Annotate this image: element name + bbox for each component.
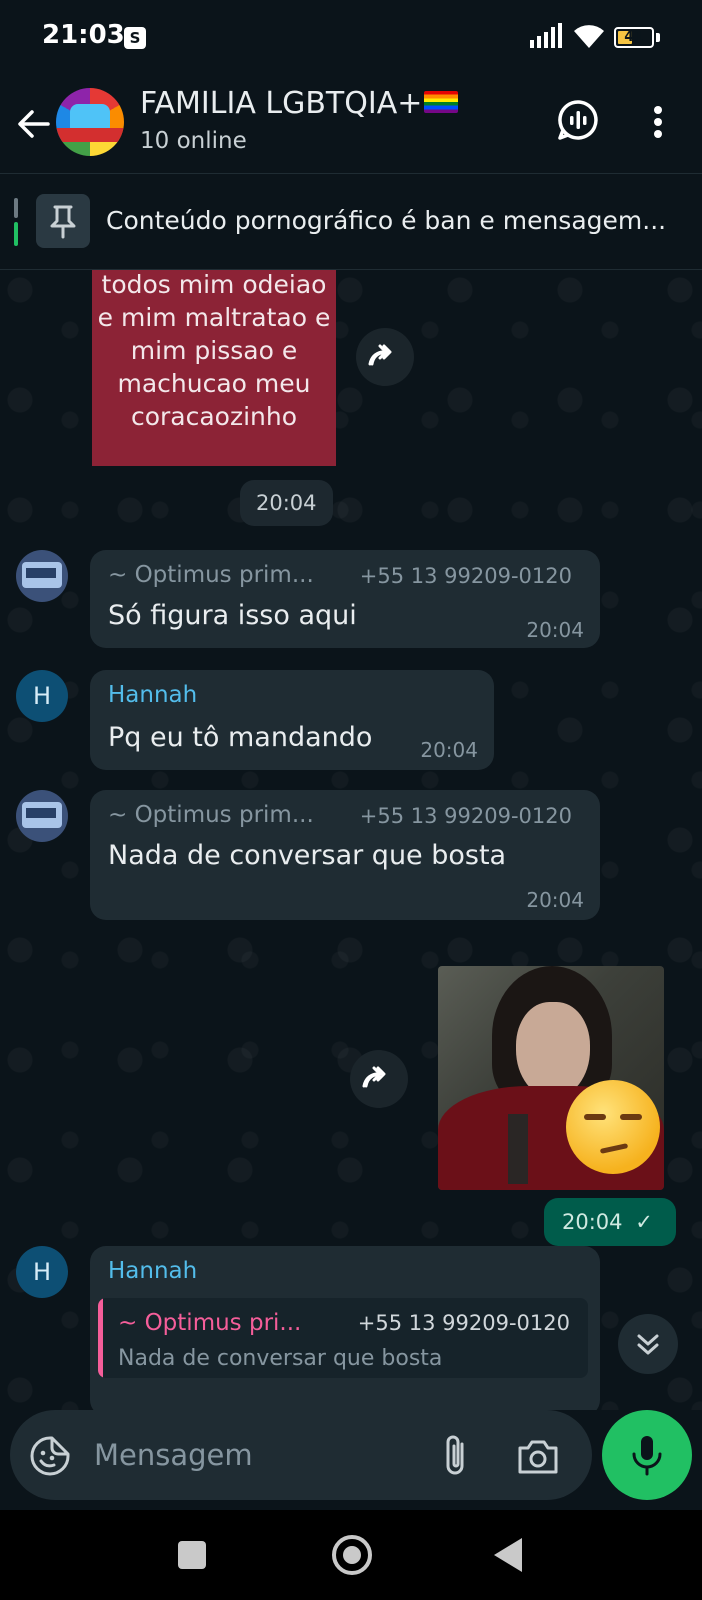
sender-avatar[interactable]: H [16, 670, 68, 722]
sticker-image[interactable] [438, 966, 664, 1190]
forward-button[interactable] [350, 1050, 408, 1108]
forward-icon [368, 344, 392, 366]
back-arrow-icon[interactable] [12, 102, 56, 146]
message-input[interactable] [92, 1432, 392, 1478]
double-chevron-down-icon [637, 1334, 659, 1355]
sender-phone: +55 13 99209-0120 [359, 804, 572, 828]
sender-name[interactable]: Hannah [108, 682, 197, 708]
more-options-icon[interactable] [640, 98, 676, 146]
message-bubble[interactable]: Hannah Pq eu tô mandando 20:04 [90, 670, 494, 770]
battery-icon: 41 [614, 27, 654, 48]
battery-cap [656, 33, 660, 42]
scroll-down-button[interactable] [618, 1314, 678, 1374]
message-time: 20:04 [562, 1210, 623, 1234]
battery-level: 41 [624, 29, 644, 45]
group-avatar[interactable] [56, 88, 124, 156]
quoted-message[interactable]: ~ Optimus pri... +55 13 99209-0120 Nada … [98, 1298, 588, 1378]
camera-icon[interactable] [514, 1432, 562, 1480]
attach-icon[interactable] [434, 1432, 478, 1480]
pinned-message-bar[interactable]: Conteúdo pornográfico é ban e mensagem..… [0, 174, 702, 270]
message-time: 20:04 [526, 888, 584, 912]
group-name[interactable]: FAMILIA LGBTQIA+ [140, 86, 459, 121]
message-time: 20:04 [420, 738, 478, 762]
group-status: 10 online [140, 128, 247, 154]
recent-apps-button[interactable] [178, 1541, 206, 1569]
status-bar: 21:03 S 41 [0, 0, 702, 76]
quoted-text: Nada de conversar que bosta [118, 1346, 443, 1371]
sender-avatar[interactable] [16, 790, 68, 842]
time-divider: 20:04 [240, 480, 333, 526]
message-bubble[interactable]: ~ Optimus prim... +55 13 99209-0120 Nada… [90, 790, 600, 920]
sender-avatar[interactable]: H [16, 1246, 68, 1298]
message-text: Nada de conversar que bosta [108, 840, 507, 871]
unamused-face-emoji [566, 1080, 660, 1174]
sender-name[interactable]: ~ Optimus prim... [108, 562, 314, 588]
input-pill [10, 1410, 592, 1500]
signal-icon [530, 23, 562, 48]
sender-name[interactable]: ~ Optimus prim... [108, 802, 314, 828]
message-composer [0, 1410, 702, 1510]
notification-icon: S [124, 27, 146, 49]
sender-avatar[interactable] [16, 550, 68, 602]
voice-chat-icon[interactable] [554, 96, 602, 144]
wifi-icon [574, 25, 604, 48]
voice-record-button[interactable] [602, 1410, 692, 1500]
message-text: Só figura isso aqui [108, 600, 357, 631]
chat-area[interactable]: todos mim odeiao e mim maltratao e mim p… [0, 270, 702, 1410]
microphone-icon [632, 1436, 662, 1476]
message-time: 20:04 [526, 618, 584, 642]
sender-name[interactable]: Hannah [108, 1258, 197, 1284]
pin-icon [50, 205, 76, 239]
forward-button[interactable] [356, 328, 414, 386]
message-bubble[interactable]: Hannah ~ Optimus pri... +55 13 99209-012… [90, 1246, 600, 1410]
outgoing-timestamp: 20:04 ✓ [544, 1198, 676, 1246]
quoted-phone: +55 13 99209-0120 [357, 1311, 570, 1335]
status-time: 21:03 [42, 20, 125, 50]
quoted-sender: ~ Optimus pri... [118, 1310, 302, 1336]
system-back-button[interactable] [494, 1538, 522, 1572]
message-bubble[interactable]: ~ Optimus prim... +55 13 99209-0120 Só f… [90, 550, 600, 648]
system-nav-bar [0, 1510, 702, 1600]
sent-check-icon: ✓ [635, 1210, 653, 1234]
sender-phone: +55 13 99209-0120 [359, 564, 572, 588]
pinned-text: Conteúdo pornográfico é ban e mensagem..… [106, 206, 667, 235]
chat-header: FAMILIA LGBTQIA+ 10 online [0, 76, 702, 174]
sticker-emoji-icon[interactable] [28, 1434, 72, 1478]
rainbow-flag-icon [424, 90, 459, 113]
pinned-indicator [14, 198, 18, 248]
forward-icon [362, 1066, 386, 1088]
sticker-message[interactable]: todos mim odeiao e mim maltratao e mim p… [92, 270, 336, 466]
home-button[interactable] [332, 1535, 372, 1575]
message-text: Pq eu tô mandando [108, 722, 373, 753]
pin-icon-box [36, 194, 90, 248]
